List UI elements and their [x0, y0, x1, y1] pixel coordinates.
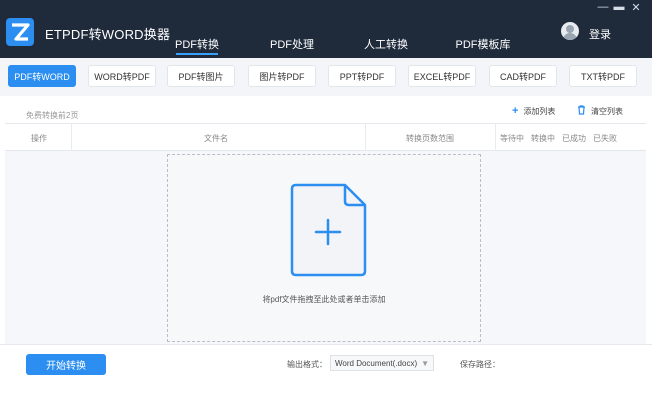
login-button[interactable]: 登录: [589, 26, 611, 42]
header-divider: [495, 124, 496, 151]
header-waiting: 等待中: [500, 134, 524, 143]
subtab-excel-to-pdf[interactable]: EXCEL转PDF: [408, 65, 476, 87]
trash-icon: [577, 105, 586, 118]
clear-list-label: 清空列表: [591, 107, 623, 116]
output-format-label: 输出格式：: [287, 360, 327, 369]
file-drop-zone[interactable]: 将pdf文件拖拽至此处或者单击添加: [167, 154, 481, 342]
start-convert-button[interactable]: 开始转换: [26, 354, 106, 375]
tab-manual-convert[interactable]: 人工转换: [341, 36, 431, 52]
tab-pdf-templates[interactable]: PDF模板库: [438, 36, 528, 52]
title-bar: ETPDF转WORD换器 PDF转换 PDF处理 人工转换 PDF模板库 — ▬…: [0, 0, 652, 58]
drop-hint-text: 将pdf文件拖拽至此处或者单击添加: [262, 295, 386, 304]
add-list-label: 添加列表: [523, 106, 556, 116]
conversion-type-bar: PDF转WORD WORD转PDF PDF转图片 图片转PDF PPT转PDF …: [0, 58, 652, 96]
free-pages-note: 免费转换前2页: [26, 111, 79, 120]
subtab-image-to-pdf[interactable]: 图片转PDF: [248, 65, 316, 87]
header-succeeded: 已成功: [562, 134, 586, 143]
header-divider: [71, 124, 72, 151]
save-path-field[interactable]: [500, 355, 640, 371]
maximize-button[interactable]: ▬: [612, 1, 626, 13]
save-path-label: 保存路径：: [460, 360, 500, 369]
file-table-header: 操作 文件名 转换页数范围 等待中 转换中 已成功 已失败: [5, 123, 646, 151]
bottom-bar: 开始转换 输出格式： Word Document(.docx) ▼ 保存路径：: [0, 344, 652, 393]
subtab-ppt-to-pdf[interactable]: PPT转PDF: [328, 65, 396, 87]
header-failed: 已失败: [593, 134, 617, 143]
header-converting: 转换中: [531, 134, 555, 143]
add-document-icon: [290, 183, 367, 277]
output-format-value: Word Document(.docx): [335, 358, 418, 368]
close-button[interactable]: ✕: [629, 1, 643, 14]
user-avatar-icon[interactable]: [561, 22, 579, 40]
header-page-range: 转换页数范围: [406, 134, 454, 143]
subtab-cad-to-pdf[interactable]: CAD转PDF: [489, 65, 557, 87]
subtab-txt-to-pdf[interactable]: TXT转PDF: [569, 65, 637, 87]
header-filename: 文件名: [204, 134, 228, 143]
tab-pdf-process[interactable]: PDF处理: [247, 36, 337, 52]
app-logo-icon: [6, 18, 34, 46]
tab-pdf-convert[interactable]: PDF转换: [152, 36, 242, 55]
minimize-button[interactable]: —: [596, 1, 610, 13]
chevron-down-icon: ▼: [421, 359, 429, 368]
header-divider: [365, 124, 366, 151]
output-format-select[interactable]: Word Document(.docx) ▼: [330, 355, 434, 371]
add-list-button[interactable]: + 添加列表: [512, 105, 555, 117]
clear-list-button[interactable]: 清空列表: [577, 105, 623, 118]
header-action: 操作: [31, 134, 47, 143]
subtab-pdf-to-word[interactable]: PDF转WORD: [8, 65, 76, 87]
subtab-pdf-to-image[interactable]: PDF转图片: [167, 65, 235, 87]
plus-icon: +: [512, 105, 519, 117]
subtab-word-to-pdf[interactable]: WORD转PDF: [88, 65, 156, 87]
